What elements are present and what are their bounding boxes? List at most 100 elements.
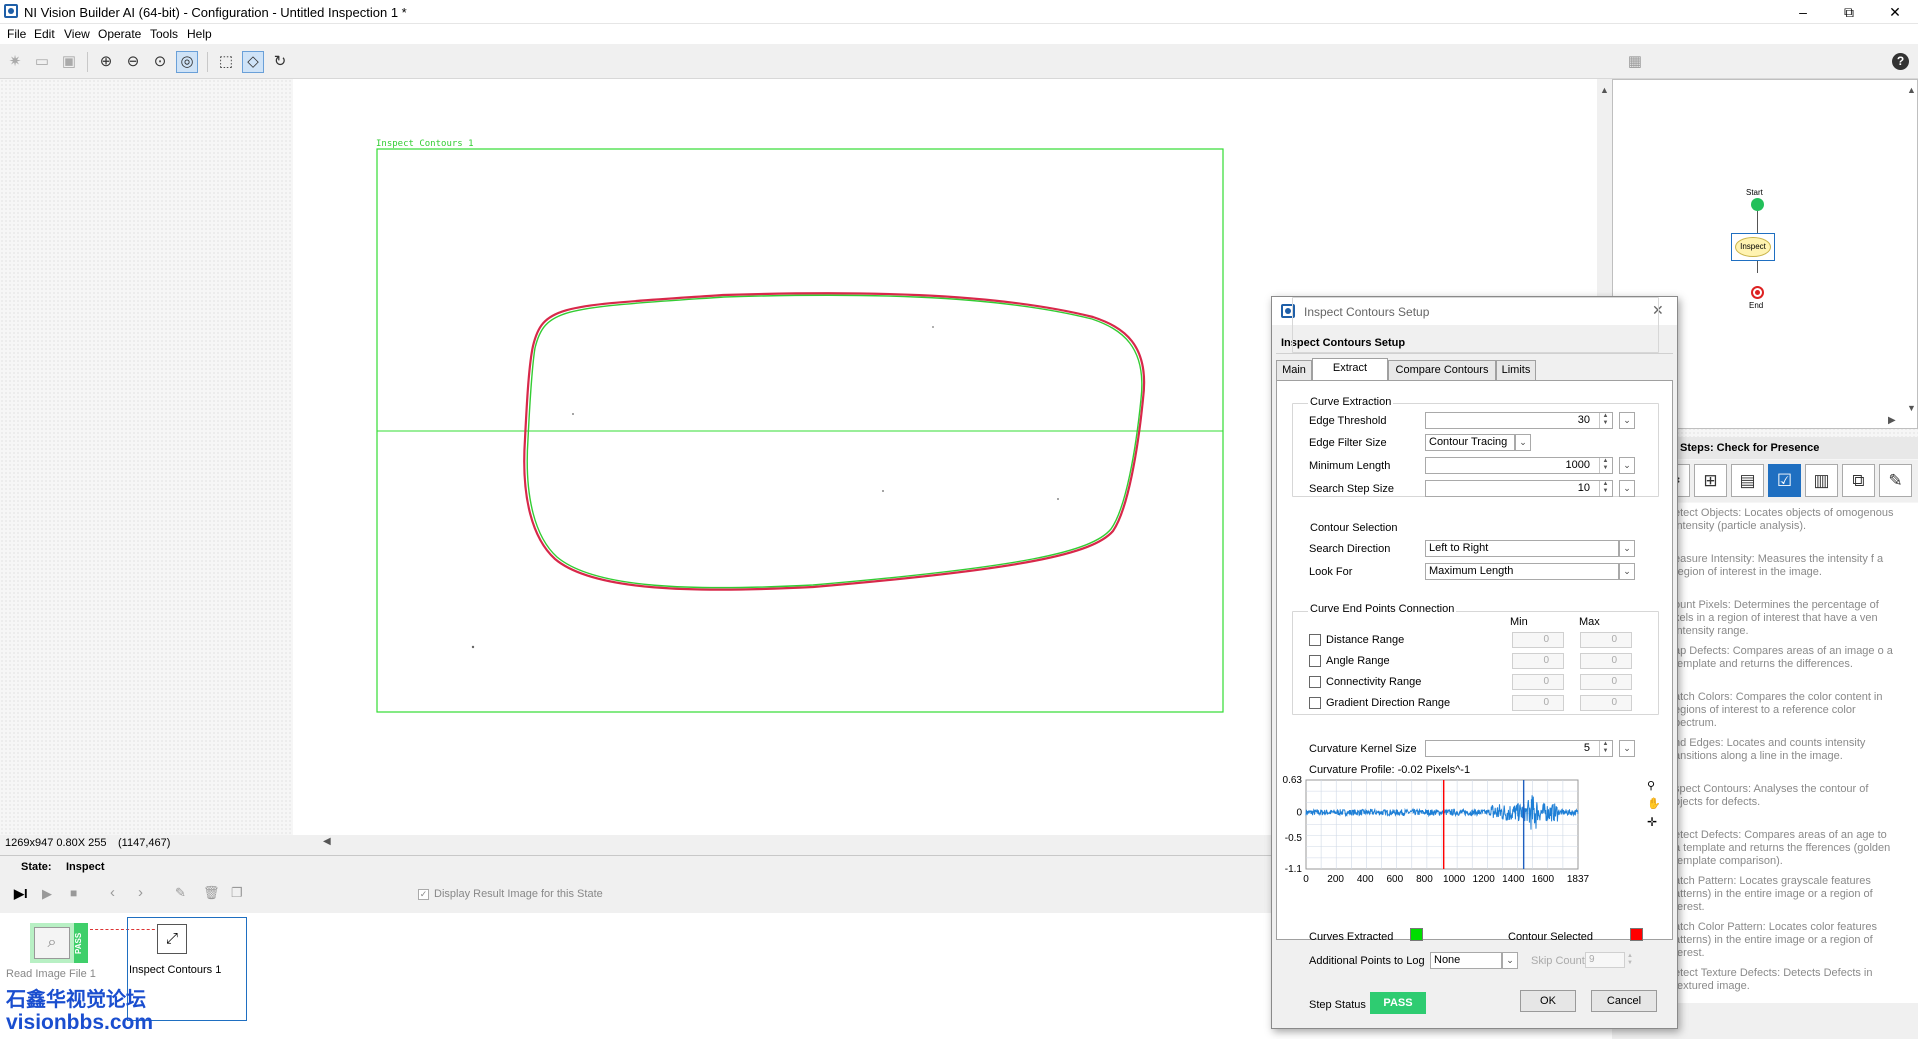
menu-file[interactable]: File xyxy=(7,27,26,41)
list-item[interactable]: ount Pixels: Determines the percentage o… xyxy=(1674,599,1894,638)
flow-start-node[interactable] xyxy=(1751,198,1764,211)
zoom-1to1-icon[interactable]: ◎ xyxy=(176,51,198,73)
list-item[interactable]: ⌕ PASS xyxy=(30,923,88,963)
min-length-dropdown[interactable]: ⌄ xyxy=(1619,457,1635,474)
min-length-spinner[interactable]: ▲ ▼ xyxy=(1599,458,1611,473)
gradient-min-input[interactable]: 0 xyxy=(1512,695,1564,711)
close-button[interactable]: ✕ xyxy=(1872,0,1918,24)
list-item[interactable]: nd Edges: Locates and counts intensity a… xyxy=(1674,737,1894,763)
search-step-dropdown[interactable]: ⌄ xyxy=(1619,480,1635,497)
tab-extract-contour[interactable]: Extract Contour xyxy=(1312,358,1388,393)
zoom-chart-icon[interactable]: ⚲ xyxy=(1647,779,1655,792)
search-direction-dropdown[interactable]: ⌄ xyxy=(1619,540,1635,557)
list-item[interactable]: atch Color Pattern: Locates color featur… xyxy=(1674,921,1894,960)
connectivity-max-input[interactable]: 0 xyxy=(1580,674,1632,690)
min-length-input[interactable]: 1000 xyxy=(1425,457,1613,474)
menu-edit[interactable]: Edit xyxy=(34,27,55,41)
copy-icon[interactable]: ❐ xyxy=(231,885,243,901)
edit-icon[interactable]: ✎ xyxy=(175,885,186,901)
search-step-spinner[interactable]: ▲ ▼ xyxy=(1599,481,1611,496)
list-item[interactable]: ap Defects: Compares areas of an image o… xyxy=(1674,645,1894,671)
list-item[interactable]: etect Texture Defects: Detects Defects i… xyxy=(1674,967,1894,993)
scroll-right-icon[interactable]: ▶ xyxy=(1888,415,1896,426)
gradient-range-checkbox[interactable] xyxy=(1309,697,1321,709)
zoom-fit-icon[interactable]: ⊙ xyxy=(149,51,171,73)
stop-icon[interactable]: ■ xyxy=(70,886,77,900)
delete-icon[interactable]: 🗑 xyxy=(203,885,220,901)
curvature-kernel-input[interactable]: 5 xyxy=(1425,740,1613,757)
run-icon[interactable]: ▶ xyxy=(42,886,52,902)
angle-max-input[interactable]: 0 xyxy=(1580,653,1632,669)
distance-min-input[interactable]: 0 xyxy=(1512,632,1564,648)
communicate-step-icon[interactable]: ⧉ xyxy=(1842,464,1875,497)
cursor-chart-icon[interactable]: ✛ xyxy=(1647,815,1657,829)
rectangle-tool-icon[interactable]: ⬚ xyxy=(215,51,237,73)
curvature-profile-chart[interactable]: 0.630-0.5-1.10 200 400 600 800 1000 1200 1400 16… xyxy=(1276,775,1671,915)
angle-min-input[interactable]: 0 xyxy=(1512,653,1564,669)
search-direction-select[interactable]: Left to Right xyxy=(1425,540,1619,557)
distance-max-input[interactable]: 0 xyxy=(1580,632,1632,648)
pan-chart-icon[interactable]: ✋ xyxy=(1647,797,1661,810)
additional-points-dropdown[interactable]: ⌄ xyxy=(1502,952,1518,969)
gradient-max-input[interactable]: 0 xyxy=(1580,695,1632,711)
pan-tool-icon[interactable]: ◇ xyxy=(242,51,264,73)
save-icon[interactable]: ▣ xyxy=(58,51,80,73)
menu-help[interactable]: Help xyxy=(187,27,212,41)
minimize-button[interactable]: – xyxy=(1780,0,1826,24)
display-result-checkbox[interactable]: ✓ xyxy=(418,889,429,900)
edge-filter-dropdown[interactable]: ⌄ xyxy=(1515,434,1531,451)
maximize-button[interactable]: ⧉ xyxy=(1826,0,1872,24)
menu-tools[interactable]: Tools xyxy=(150,27,178,41)
list-item[interactable]: spect Contours: Analyses the contour of … xyxy=(1674,783,1894,809)
scroll-down-icon[interactable]: ▼ xyxy=(1907,403,1916,413)
cancel-button[interactable]: Cancel xyxy=(1591,990,1657,1012)
run-once-icon[interactable]: ▶I xyxy=(14,886,28,902)
connectivity-range-checkbox[interactable] xyxy=(1309,676,1321,688)
tab-limits[interactable]: Limits xyxy=(1496,360,1536,380)
list-item[interactable]: atch Colors: Compares the color content … xyxy=(1674,691,1894,730)
barcode-step-icon[interactable]: ▥ xyxy=(1805,464,1838,497)
additional-points-select[interactable]: None xyxy=(1430,952,1502,969)
menu-operate[interactable]: Operate xyxy=(98,27,141,41)
tab-compare-contours[interactable]: Compare Contours xyxy=(1388,360,1496,380)
list-item[interactable]: etect Defects: Compares areas of an age … xyxy=(1674,829,1894,868)
rotate-tool-icon[interactable]: ↻ xyxy=(269,51,291,73)
flow-inspect-state[interactable]: Inspect xyxy=(1731,233,1775,261)
look-for-select[interactable]: Maximum Length xyxy=(1425,563,1619,580)
search-step-input[interactable]: 10 xyxy=(1425,480,1613,497)
scroll-up-icon[interactable]: ▲ xyxy=(1907,85,1916,95)
angle-range-checkbox[interactable] xyxy=(1309,655,1321,667)
tab-main[interactable]: Main xyxy=(1276,360,1312,380)
previous-icon[interactable]: ‹ xyxy=(110,884,115,901)
flow-end-node[interactable] xyxy=(1751,286,1764,299)
list-item[interactable]: atch Pattern: Locates grayscale features… xyxy=(1674,875,1894,914)
edge-threshold-dropdown[interactable]: ⌄ xyxy=(1619,412,1635,429)
menu-view[interactable]: View xyxy=(64,27,90,41)
list-item[interactable]: easure Intensity: Measures the intensity… xyxy=(1674,553,1894,579)
ok-button[interactable]: OK xyxy=(1520,990,1576,1012)
skip-count-spinner[interactable]: ▲ ▼ xyxy=(1627,953,1633,967)
list-item[interactable]: etect Objects: Locates objects of omogen… xyxy=(1674,507,1894,533)
scroll-left-icon[interactable]: ◀ xyxy=(323,836,331,847)
ruler-step-icon[interactable]: ▤ xyxy=(1731,464,1764,497)
help-icon[interactable]: ? xyxy=(1892,53,1909,70)
connectivity-min-input[interactable]: 0 xyxy=(1512,674,1564,690)
logic-step-icon[interactable]: ✎ xyxy=(1879,464,1912,497)
curvature-kernel-spinner[interactable]: ▲ ▼ xyxy=(1599,741,1611,756)
zoom-in-icon[interactable]: ⊕ xyxy=(95,51,117,73)
new-icon[interactable]: ✷ xyxy=(4,51,26,73)
open-icon[interactable]: ▭ xyxy=(31,51,53,73)
layout-icon[interactable]: ▦ xyxy=(1624,51,1646,73)
skip-count-input[interactable]: 9 xyxy=(1585,952,1625,968)
edge-threshold-input[interactable]: 30 xyxy=(1425,412,1613,429)
distance-range-checkbox[interactable] xyxy=(1309,634,1321,646)
next-icon[interactable]: › xyxy=(138,884,143,901)
scroll-up-icon[interactable]: ▲ xyxy=(1600,85,1609,95)
look-for-dropdown[interactable]: ⌄ xyxy=(1619,563,1635,580)
measure-step-icon[interactable]: ⊞ xyxy=(1694,464,1727,497)
edge-threshold-spinner[interactable]: ▲ ▼ xyxy=(1599,413,1611,428)
curvature-kernel-dropdown[interactable]: ⌄ xyxy=(1619,740,1635,757)
edge-filter-select[interactable]: Contour Tracing xyxy=(1425,434,1515,451)
zoom-out-icon[interactable]: ⊖ xyxy=(122,51,144,73)
check-presence-step-icon[interactable]: ☑ xyxy=(1768,464,1801,497)
